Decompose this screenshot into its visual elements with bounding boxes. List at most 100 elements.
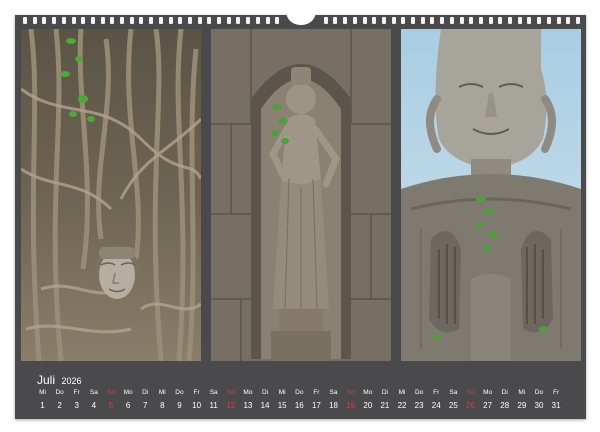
binding-hole bbox=[352, 17, 357, 24]
weekday-label: So bbox=[346, 389, 355, 396]
weekday-label: Mi bbox=[278, 389, 286, 396]
binding-hole bbox=[362, 17, 367, 24]
binding-hole bbox=[343, 17, 348, 24]
binding-hole bbox=[517, 17, 522, 24]
binding-hole bbox=[449, 17, 454, 24]
day-number: 17 bbox=[311, 401, 321, 410]
day-number: 2 bbox=[57, 401, 62, 410]
day-number: 7 bbox=[142, 401, 148, 410]
weekday-label: Mi bbox=[398, 389, 406, 396]
binding-hole bbox=[440, 17, 445, 24]
binding-hole bbox=[333, 17, 338, 24]
weekday-label: Mi bbox=[39, 389, 46, 396]
weekday-label: Sa bbox=[209, 389, 218, 396]
binding-hole bbox=[178, 17, 183, 24]
binding-hole bbox=[168, 17, 173, 24]
weekday-label: So bbox=[226, 389, 235, 396]
photo-apsara-relief bbox=[211, 29, 391, 361]
day-number: 15 bbox=[277, 401, 287, 410]
binding-hole bbox=[381, 17, 386, 24]
binding-hole bbox=[255, 17, 260, 24]
binding-hole bbox=[546, 17, 551, 24]
stone-relief-image bbox=[211, 29, 391, 361]
day-number: 24 bbox=[431, 401, 441, 410]
binding-hole bbox=[42, 17, 47, 24]
day-number: 22 bbox=[397, 401, 407, 410]
binding-hole bbox=[265, 17, 270, 24]
day-number: 5 bbox=[108, 401, 114, 410]
weekday-label: Fr bbox=[433, 389, 440, 396]
binding-hole bbox=[401, 17, 406, 24]
binding-hole bbox=[508, 17, 512, 24]
binding-hole bbox=[556, 17, 561, 24]
binding-hole bbox=[537, 17, 542, 24]
day-number: 10 bbox=[192, 401, 202, 410]
day-number: 6 bbox=[125, 401, 131, 410]
binding-hole bbox=[323, 17, 328, 24]
day-number: 25 bbox=[448, 401, 458, 410]
binding-hole bbox=[226, 17, 231, 24]
month-name: Juli bbox=[37, 373, 56, 387]
binding-hole bbox=[197, 17, 202, 24]
binding-hole bbox=[81, 17, 86, 24]
binding-hole bbox=[566, 17, 571, 24]
calendar-page: Juli 2026 Mi 1 Do 2 Fr 3 Sa 4 So 5 Mo 6 Di 7 Mi 8 Do 9 Fr 1… bbox=[15, 11, 586, 419]
weekday-label: Sa bbox=[449, 389, 458, 396]
weekday-label: Mi bbox=[158, 389, 166, 396]
binding-hole bbox=[100, 17, 105, 24]
weekday-label: Fr bbox=[193, 389, 200, 396]
binding-hole bbox=[275, 17, 280, 24]
binding-hole bbox=[217, 17, 221, 24]
binding-hole bbox=[236, 17, 241, 24]
binding-hole bbox=[149, 17, 154, 24]
weekday-label: Do bbox=[55, 389, 64, 396]
binding-hole bbox=[391, 17, 396, 24]
binding-hole bbox=[430, 17, 435, 24]
binding-hole bbox=[488, 17, 493, 24]
day-number: 31 bbox=[551, 401, 561, 410]
day-number: 11 bbox=[209, 401, 218, 410]
calendar-day-grid: Mi 1 Do 2 Fr 3 Sa 4 So 5 Mo 6 Di 7 Mi 8 Do 9 Fr 10 Sa 11 So 12 M… bbox=[34, 389, 569, 415]
day-number: 23 bbox=[414, 401, 424, 410]
binding-hole bbox=[129, 17, 134, 24]
weekday-label: Mo bbox=[243, 389, 253, 396]
binding-hole bbox=[575, 17, 580, 24]
day-number: 1 bbox=[40, 401, 45, 410]
weekday-label: Mo bbox=[123, 389, 133, 396]
day-number: 3 bbox=[74, 401, 79, 410]
binding-hole bbox=[90, 17, 95, 24]
weekday-label: Sa bbox=[89, 389, 98, 396]
day-number: 19 bbox=[346, 401, 356, 410]
binding-hole bbox=[187, 17, 192, 24]
binding-hole bbox=[139, 17, 144, 24]
binding-hole bbox=[23, 17, 27, 24]
day-number: 16 bbox=[294, 401, 304, 410]
tree-roots-image bbox=[21, 29, 201, 361]
day-number: 9 bbox=[177, 401, 182, 410]
day-number: 27 bbox=[483, 401, 493, 410]
day-number: 13 bbox=[243, 401, 253, 410]
binding-hole bbox=[158, 17, 163, 24]
binding-hole bbox=[478, 17, 483, 24]
day-number: 4 bbox=[91, 401, 97, 410]
weekday-label: So bbox=[466, 389, 475, 396]
day-number: 20 bbox=[363, 401, 373, 410]
weekday-label: So bbox=[106, 389, 115, 396]
photo-buddha-head-in-roots bbox=[21, 29, 201, 361]
binding-hole bbox=[498, 17, 503, 24]
year-label: 2026 bbox=[61, 376, 82, 386]
day-number: 26 bbox=[466, 401, 475, 410]
binding-hole bbox=[469, 17, 474, 24]
buddha-statue-image bbox=[401, 29, 581, 361]
weekday-label: Do bbox=[414, 389, 424, 396]
photo-stone-buddha bbox=[401, 29, 581, 361]
day-number: 21 bbox=[380, 401, 390, 410]
weekday-label: Fr bbox=[553, 389, 560, 396]
day-number: 18 bbox=[329, 401, 338, 410]
weekday-label: Fr bbox=[313, 389, 320, 396]
binding-hole bbox=[459, 17, 464, 24]
binding-hole bbox=[110, 17, 115, 24]
weekday-label: Di bbox=[501, 389, 508, 396]
weekday-label: Do bbox=[295, 389, 304, 396]
weekday-label: Mi bbox=[518, 389, 526, 396]
